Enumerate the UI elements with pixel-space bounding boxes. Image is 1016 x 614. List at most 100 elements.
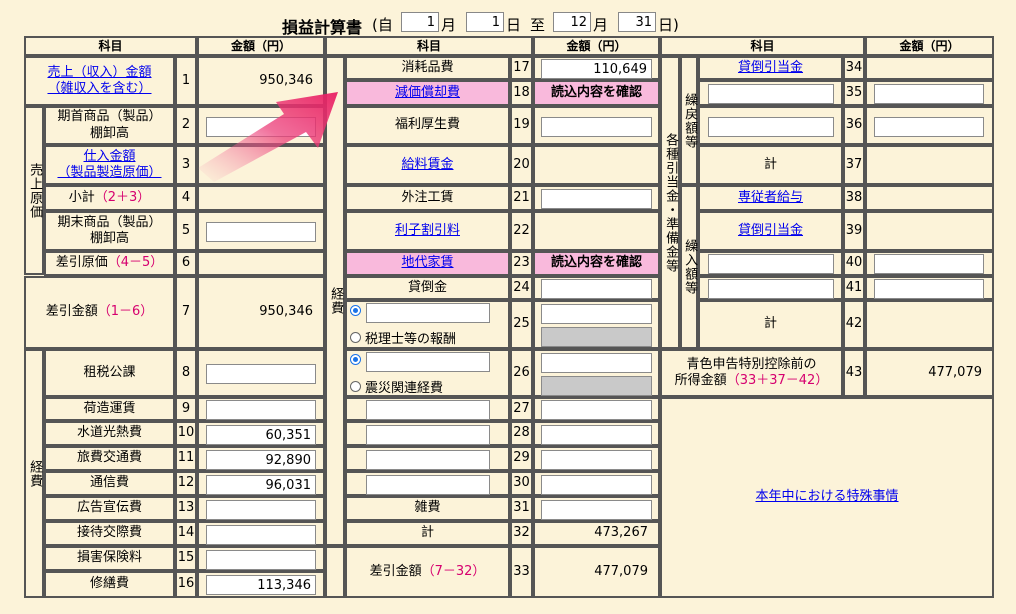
interest-link[interactable]: 利子割引料 (395, 223, 460, 239)
welfare-input[interactable] (541, 117, 652, 137)
utilities-input[interactable] (206, 425, 316, 445)
to-label: 至 (530, 16, 546, 34)
custom-expense-option[interactable] (350, 305, 365, 316)
line-number: 6 (175, 251, 197, 276)
reversal-name-input[interactable] (708, 84, 834, 104)
col-header-item: 科目 (660, 36, 865, 56)
line-number: 3 (175, 145, 197, 185)
rent-label[interactable]: 地代家賃 (345, 251, 510, 276)
disaster-option[interactable]: 震災関連経費 (350, 377, 443, 396)
outsourcing-input[interactable] (541, 189, 652, 209)
bad-debt-reserve-reversal-label[interactable]: 貸倒引当金 (698, 56, 843, 80)
sales-link[interactable]: 売上（収入）金額 (47, 65, 151, 81)
radio-custom-selected[interactable] (350, 354, 361, 365)
bad-debt-reserve-link[interactable]: 貸倒引当金 (738, 223, 803, 239)
tax-accountant-label: 税理士等の報酬 (365, 332, 457, 347)
read-confirm-button[interactable]: 読込内容を確認 (533, 251, 660, 276)
line-number: 35 (843, 80, 865, 106)
purchases-link-sub[interactable]: （製品製造原価） (57, 165, 161, 181)
transfer-name-input[interactable] (708, 279, 834, 299)
custom-expense-name-input[interactable] (366, 303, 490, 323)
blank-cell (325, 546, 345, 598)
custom-expense-name-input[interactable] (366, 475, 490, 495)
salaries-link[interactable]: 給料賃金 (401, 157, 453, 173)
custom-expense-input[interactable] (541, 475, 652, 495)
line-number: 34 (843, 56, 865, 80)
line-number: 19 (510, 106, 533, 145)
custom-expense-input[interactable] (541, 425, 652, 445)
line-number: 23 (510, 251, 533, 276)
transfer-amount-input[interactable] (874, 254, 984, 274)
custom-expense-option[interactable] (350, 354, 365, 365)
gross-profit-value: 950,346 (197, 276, 325, 349)
purchases-label[interactable]: 仕入金額 （製品製造原価） (44, 145, 175, 185)
supplies-input[interactable] (541, 59, 652, 79)
from-day-input[interactable] (466, 12, 504, 32)
bad-debt-reserve-transfer-label[interactable]: 貸倒引当金 (698, 211, 843, 251)
custom-expense-name-input[interactable] (366, 450, 490, 470)
reversal-amount-input[interactable] (874, 117, 984, 137)
reversal-name-input[interactable] (708, 117, 834, 137)
month-label: 月 (441, 16, 457, 34)
closing-inventory-input[interactable] (206, 222, 316, 242)
entertainment-input[interactable] (206, 525, 316, 545)
expenses-group-label: 経費 (24, 349, 44, 598)
radio-custom-selected[interactable] (350, 305, 361, 316)
transfer-name-input[interactable] (708, 254, 834, 274)
special-circumstances-link[interactable]: 本年中における特殊事情 (755, 489, 898, 505)
bad-debt-input[interactable] (541, 279, 652, 299)
to-day-input[interactable] (618, 12, 656, 32)
cogs-value (197, 251, 325, 276)
line-number: 41 (843, 276, 865, 300)
sales-label[interactable]: 売上（収入）金額 （雑収入を含む） (24, 56, 175, 106)
custom-expense-name-input[interactable] (366, 352, 490, 372)
purchases-link[interactable]: 仕入金額 (83, 149, 135, 165)
from-month-input[interactable] (401, 12, 439, 32)
custom-expense-input[interactable] (541, 304, 652, 324)
misc-input[interactable] (541, 500, 652, 520)
bad-debt-reserve-link[interactable]: 貸倒引当金 (738, 60, 803, 76)
custom-expense-name-input[interactable] (366, 400, 490, 420)
custom-expense-name-input[interactable] (366, 425, 490, 445)
repairs-input[interactable] (206, 575, 316, 595)
pre-deduction-formula: （33＋37－42） (726, 373, 829, 388)
custom-expense-input[interactable] (541, 400, 652, 420)
depreciation-label[interactable]: 減価償却費 (345, 80, 510, 106)
page-title: 損益計算書 (282, 18, 363, 37)
provisions-group-label: 各種引当金・準備金等 (660, 56, 680, 349)
line-number: 29 (510, 446, 533, 471)
interest-label[interactable]: 利子割引料 (345, 211, 510, 251)
family-salary-label[interactable]: 専従者給与 (698, 185, 843, 211)
travel-input[interactable] (206, 450, 316, 470)
custom-expense-input[interactable] (541, 450, 652, 470)
freight-input[interactable] (206, 400, 316, 420)
entertainment-label: 接待交際費 (44, 521, 175, 546)
radio-unselected[interactable] (350, 332, 361, 343)
rent-link[interactable]: 地代家賃 (401, 255, 453, 271)
line-number: 9 (175, 397, 197, 421)
advertising-input[interactable] (206, 500, 316, 520)
line-number: 15 (175, 546, 197, 571)
depreciation-link[interactable]: 減価償却費 (395, 85, 460, 101)
family-salary-link[interactable]: 専従者給与 (738, 190, 803, 206)
disaster-label: 震災関連経費 (365, 381, 444, 396)
cogs-text: 差引原価 (55, 255, 108, 271)
special-circumstances-panel[interactable]: 本年中における特殊事情 (660, 397, 994, 598)
to-month-input[interactable] (553, 12, 591, 32)
line-number: 10 (175, 421, 197, 446)
transfer-amount-input[interactable] (874, 279, 984, 299)
communication-input[interactable] (206, 475, 316, 495)
radio-unselected[interactable] (350, 381, 361, 392)
insurance-input[interactable] (206, 550, 316, 570)
opening-inventory-input[interactable] (206, 117, 316, 137)
custom-expense-input[interactable] (541, 353, 652, 373)
utilities-label: 水道光熱費 (44, 421, 175, 446)
net-income-formula: （7－32） (421, 563, 486, 579)
taxes-input[interactable] (206, 364, 316, 384)
tax-accountant-option[interactable]: 税理士等の報酬 (350, 328, 456, 347)
salaries-label[interactable]: 給料賃金 (345, 145, 510, 185)
sales-link-sub[interactable]: （雑収入を含む） (47, 81, 151, 97)
reversal-amount-input[interactable] (874, 84, 984, 104)
closing-inventory-line2: 棚卸高 (89, 231, 129, 246)
read-confirm-button[interactable]: 読込内容を確認 (533, 80, 660, 106)
